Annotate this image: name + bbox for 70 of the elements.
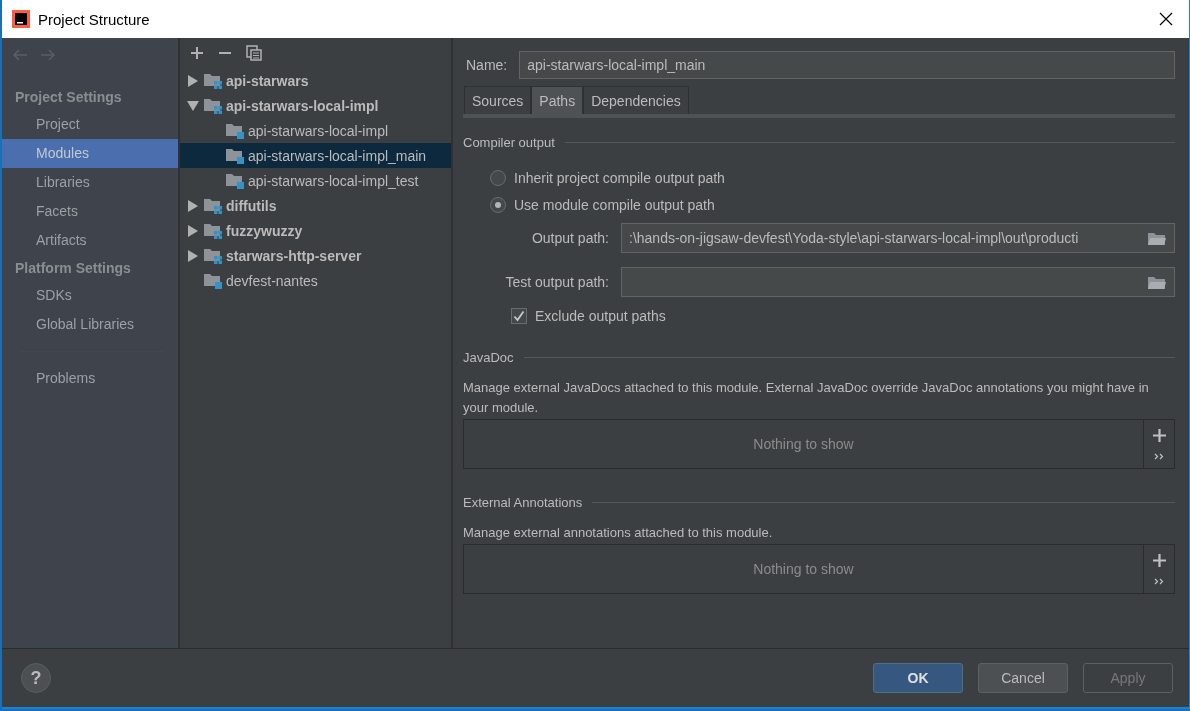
sidebar-item[interactable]: Project <box>2 110 178 139</box>
tree-item[interactable]: fuzzywuzzy <box>180 218 451 243</box>
dialog-button[interactable]: Cancel <box>978 663 1068 693</box>
description: Manage external JavaDocs attached to this module. External JavaDoc override JavaDoc annotations you might have in your module. <box>463 379 1150 417</box>
expanded-arrow-icon[interactable] <box>187 99 199 112</box>
copy-icon[interactable] <box>246 45 262 61</box>
section-header: Project Settings <box>14 88 123 107</box>
name-field[interactable]: api-starwars-local-impl_main <box>519 51 1175 79</box>
app-logo-icon <box>12 10 30 28</box>
module-folder-icon <box>204 72 222 89</box>
tree-item[interactable]: api-starwars-local-impl_main <box>180 143 451 168</box>
sidebar-item[interactable]: Problems <box>2 364 178 393</box>
section-header: Platform Settings <box>14 259 132 278</box>
description: Manage external annotations attached to this module. <box>463 524 774 542</box>
field-label: Test output path: <box>504 274 610 290</box>
collapsed-arrow-icon[interactable] <box>187 199 199 212</box>
empty-message: Nothing to show <box>753 436 854 452</box>
folder-icon[interactable] <box>1148 274 1166 290</box>
module-folder-icon <box>204 197 222 214</box>
ok-button[interactable]: OK <box>873 663 963 693</box>
path-field[interactable] <box>621 267 1175 297</box>
checkbox-label: Exclude output paths <box>535 308 666 324</box>
group-title: Compiler output <box>463 135 555 150</box>
sidebar-item[interactable]: Libraries <box>2 168 178 197</box>
radio-label: Inherit project compile output path <box>514 170 725 186</box>
folder-icon[interactable] <box>1148 230 1166 246</box>
tree-item[interactable]: api-starwars <box>180 68 451 93</box>
field-label: Name: <box>466 57 508 73</box>
folder-icon <box>226 172 244 189</box>
sidebar-item[interactable]: Facets <box>2 197 178 226</box>
sidebar-item[interactable]: SDKs <box>2 281 178 310</box>
tab[interactable]: Paths <box>531 86 584 114</box>
tree-item[interactable]: api-starwars-local-impl <box>180 93 451 118</box>
module-folder-icon <box>204 247 222 264</box>
radio-button[interactable] <box>490 197 506 213</box>
radio-button[interactable] <box>490 170 506 186</box>
sidebar-item[interactable]: Artifacts <box>2 226 178 255</box>
window-title: Project Structure <box>38 10 151 28</box>
folder-icon <box>204 272 222 289</box>
checkbox[interactable] <box>511 308 527 324</box>
module-folder-icon <box>204 222 222 239</box>
sidebar-item[interactable]: Modules <box>2 139 178 168</box>
tab[interactable]: Sources <box>464 86 532 114</box>
tree-item[interactable]: starwars-http-server <box>180 243 451 268</box>
field-label: Output path: <box>530 230 610 246</box>
empty-message: Nothing to show <box>753 561 854 577</box>
tree-item[interactable]: api-starwars-local-impl_test <box>180 168 451 193</box>
tree-item[interactable]: diffutils <box>180 193 451 218</box>
path-field[interactable]: :\hands-on-jigsaw-devfest\Yoda-style\api-starwars-local-impl\out\producti <box>621 223 1175 253</box>
group-title: External Annotations <box>463 495 583 510</box>
folder-icon <box>226 147 244 164</box>
add-icon[interactable] <box>1152 553 1166 567</box>
tab[interactable]: Dependencies <box>583 86 689 114</box>
more-icon[interactable] <box>1154 452 1164 460</box>
close-icon[interactable] <box>1159 12 1173 26</box>
module-folder-icon <box>204 97 222 114</box>
checkmark-icon <box>513 310 525 322</box>
add-icon[interactable] <box>1152 428 1166 442</box>
group-title: JavaDoc <box>463 350 514 365</box>
sidebar-item[interactable]: Global Libraries <box>2 310 178 339</box>
radio-label: Use module compile output path <box>514 197 715 213</box>
collapsed-arrow-icon[interactable] <box>187 224 199 237</box>
more-icon[interactable] <box>1154 577 1164 585</box>
collapsed-arrow-icon[interactable] <box>187 249 199 262</box>
collapsed-arrow-icon[interactable] <box>187 74 199 87</box>
add-icon[interactable] <box>190 46 204 60</box>
folder-icon <box>226 122 244 139</box>
tree-item[interactable]: api-starwars-local-impl <box>180 118 451 143</box>
tree-item[interactable]: devfest-nantes <box>180 268 451 293</box>
help-button[interactable]: ? <box>21 663 51 693</box>
